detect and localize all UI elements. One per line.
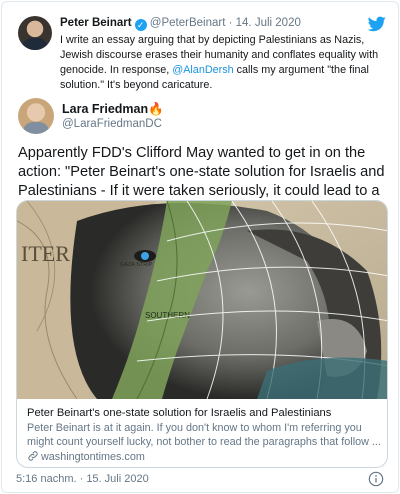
twitter-icon[interactable] [368,16,386,32]
link-preview-image[interactable]: ITER GAZA STRIP SOUTHERN [17,201,388,399]
map-label-southern: SOUTHERN [145,311,190,320]
tweet-timestamp[interactable]: 5:16 nachm. · 15. Juli 2020 [16,473,149,485]
quoted-author-handle[interactable]: @PeterBeinart [150,17,226,29]
quoted-tweet-header: Peter Beinart ✓ @PeterBeinart · 14. Juli … [60,17,301,31]
link-domain[interactable]: washingtontimes.com [41,451,145,463]
author-name[interactable]: Lara Friedman [62,102,148,116]
author-handle[interactable]: @LaraFriedmanDC [62,118,162,130]
tweet-card: Peter Beinart ✓ @PeterBeinart · 14. Juli … [1,1,399,493]
quoted-author-name[interactable]: Peter Beinart [60,17,132,29]
link-domain-row[interactable]: washingtontimes.com [27,450,145,463]
link-description: Peter Beinart is at it again. If you don… [27,422,381,448]
author-avatar[interactable] [18,98,54,134]
mention-link[interactable]: @AlanDersh [172,64,233,76]
quoted-tweet-date[interactable]: 14. Juli 2020 [236,17,301,29]
verified-badge-icon: ✓ [134,19,147,31]
author-name-row[interactable]: Lara Friedman🔥 [62,102,164,117]
quoted-author-avatar[interactable] [18,16,52,50]
map-label-iter: ITER [21,241,70,266]
link-icon [28,451,38,461]
info-icon[interactable] [368,471,384,487]
link-preview-card[interactable]: ITER GAZA STRIP SOUTHERN Peter Beinart's… [16,200,388,468]
map-label-gaza: GAZA STRIP [120,262,153,268]
fire-emoji-icon: 🔥 [148,102,164,116]
link-title[interactable]: Peter Beinart's one-state solution for I… [27,407,331,419]
quoted-tweet-text: I write an essay arguing that by depicti… [60,33,390,93]
header-separator: · [225,17,236,29]
